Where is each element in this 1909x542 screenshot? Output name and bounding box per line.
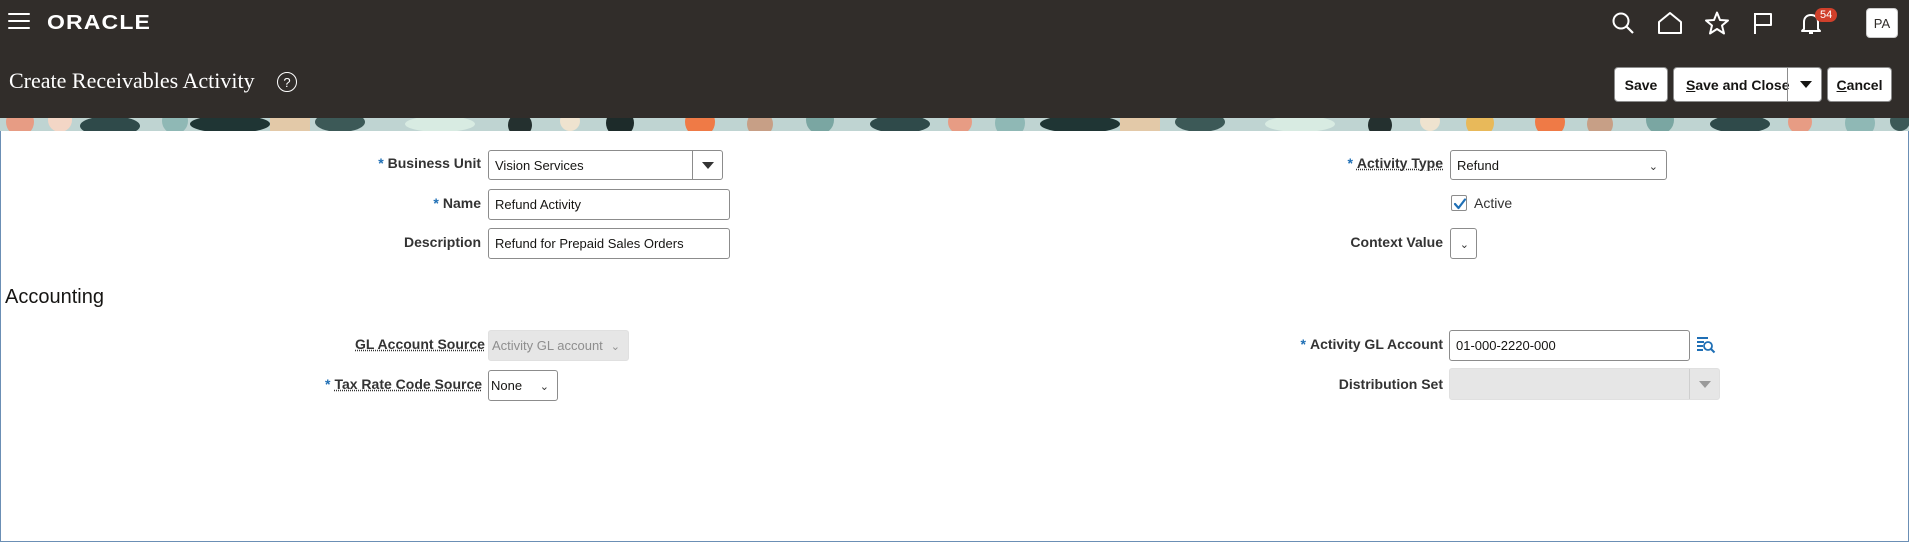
account-lookup-icon[interactable] (1696, 335, 1716, 355)
chevron-down-icon: ⌄ (1459, 239, 1469, 251)
name-label: * Name (433, 195, 481, 211)
save-and-close-label: ave and Close (1695, 76, 1790, 93)
description-input[interactable]: Refund for Prepaid Sales Orders (488, 228, 730, 259)
star-icon[interactable] (1703, 10, 1731, 36)
save-and-close-accesskey: S (1686, 76, 1696, 93)
chevron-down-icon: ⌄ (1648, 161, 1658, 173)
business-unit-dropdown-icon[interactable] (692, 151, 722, 180)
cancel-accesskey: C (1836, 76, 1847, 93)
description-label: Description (403, 234, 481, 250)
distribution-set-select (1449, 368, 1720, 400)
tax-rate-code-source-label[interactable]: * Tax Rate Code Source (325, 376, 482, 392)
save-options-dropdown-icon[interactable] (1800, 81, 1812, 88)
user-avatar[interactable]: PA (1866, 8, 1898, 38)
active-checkbox[interactable] (1451, 195, 1467, 211)
split-divider (1787, 68, 1788, 101)
cancel-button[interactable]: Cancel (1827, 67, 1892, 102)
activity-gl-account-label: * Activity GL Account (1300, 336, 1443, 352)
business-unit-value: Vision Services (495, 157, 584, 173)
gl-account-source-label[interactable]: GL Account Source (355, 336, 485, 352)
distribution-set-dropdown-icon (1689, 369, 1719, 399)
name-input[interactable]: Refund Activity (488, 189, 730, 220)
distribution-set-label: Distribution Set (1338, 376, 1443, 392)
business-unit-label: * Business Unit (378, 155, 481, 171)
decorative-banner (0, 118, 1909, 131)
cancel-label: ancel (1846, 76, 1883, 93)
flag-icon[interactable] (1749, 10, 1777, 36)
tax-rate-code-source-value: None (491, 378, 523, 393)
save-button[interactable]: Save (1614, 67, 1668, 102)
save-and-close-button[interactable]: Save and Close (1673, 67, 1822, 102)
help-icon[interactable]: ? (277, 72, 297, 92)
chevron-down-icon: ⌄ (610, 341, 620, 353)
activity-type-select[interactable]: Refund ⌄ (1450, 150, 1667, 180)
accounting-section-title: Accounting (5, 286, 104, 308)
context-value-label: Context Value (1350, 234, 1443, 250)
global-header: ORACLE 54 PA Create Receivables Activity… (0, 0, 1909, 118)
tax-rate-code-source-select[interactable]: None ⌄ (488, 370, 558, 401)
activity-gl-account-input[interactable]: 01-000-2220-000 (1449, 330, 1690, 361)
search-icon[interactable] (1609, 10, 1637, 36)
home-icon[interactable] (1656, 10, 1684, 36)
page-title: Create Receivables Activity (9, 68, 255, 93)
gl-account-source-value: Activity GL account (492, 338, 603, 353)
active-label: Active (1474, 195, 1513, 211)
activity-type-value: Refund (1457, 157, 1499, 173)
gl-account-source-select: Activity GL account ⌄ (488, 330, 629, 361)
notification-count-badge: 54 (1815, 8, 1838, 22)
activity-type-label[interactable]: * Activity Type (1340, 155, 1443, 171)
menu-icon[interactable] (8, 13, 30, 31)
chevron-down-icon: ⌄ (539, 381, 549, 393)
context-value-select[interactable]: ⌄ (1450, 228, 1477, 259)
business-unit-select[interactable]: Vision Services (488, 150, 723, 180)
oracle-logo: ORACLE (47, 12, 152, 34)
